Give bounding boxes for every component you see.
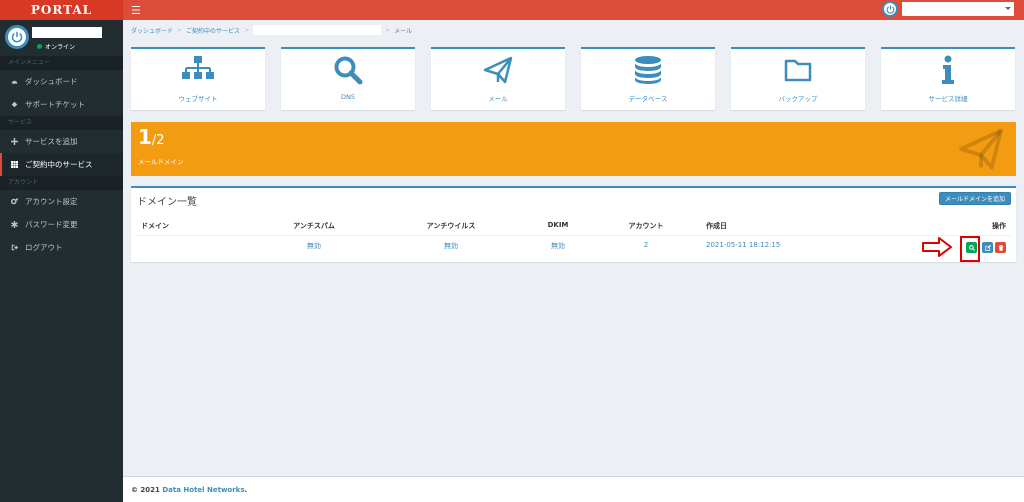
sidebar-item-add-service[interactable]: サービスを追加 [0, 130, 123, 153]
col-header-created: 作成日 [706, 222, 727, 230]
search-icon [968, 244, 975, 251]
user-name [32, 27, 102, 38]
panel-title: ドメイン一覧 [137, 197, 197, 208]
cell-antispam[interactable]: 無効 [307, 241, 321, 251]
sidebar-header-account: アカウント [0, 176, 123, 190]
edit-domain-button[interactable] [982, 242, 993, 253]
breadcrumb: ダッシュボード > ご契約中のサービス > > メール [131, 25, 413, 35]
paper-plane-icon [959, 128, 1003, 170]
domain-count: 1/2 [138, 125, 165, 149]
online-dot-icon [37, 44, 42, 49]
service-label: メール [488, 95, 508, 103]
service-label: ウェブサイト [178, 95, 218, 103]
view-domain-button[interactable] [966, 242, 977, 253]
search-icon [281, 55, 415, 85]
user-name-dropdown[interactable] [902, 2, 1014, 16]
service-box-website[interactable]: ウェブサイト [131, 47, 265, 110]
sidebar: オンライン メインメニュー ダッシュボード サポートチケット サービス サービス… [0, 20, 123, 502]
cell-antivirus[interactable]: 無効 [444, 241, 458, 251]
trash-icon [998, 244, 1003, 251]
sidebar-item-contracted-services[interactable]: ご契約中のサービス [0, 153, 123, 176]
breadcrumb-current: メール [394, 27, 413, 35]
stat-label: メールドメイン [138, 158, 184, 166]
edit-icon [984, 244, 991, 251]
cell-dkim[interactable]: 無効 [551, 241, 565, 251]
domain-list-panel: ドメイン一覧 メールドメインを追加 ドメイン アンチスパム アンチウイルス DK… [131, 186, 1016, 262]
sidebar-item-dashboard[interactable]: ダッシュボード [0, 70, 123, 93]
service-box-dns[interactable]: DNS [281, 47, 415, 110]
online-status: オンライン [37, 42, 75, 51]
sidebar-item-account-settings[interactable]: アカウント設定 [0, 190, 123, 213]
breadcrumb-dashboard[interactable]: ダッシュボード [131, 26, 173, 35]
col-header-antispam: アンチスパム [293, 222, 335, 230]
breadcrumb-service-name[interactable] [253, 25, 382, 35]
sidebar-item-logout[interactable]: ログアウト [0, 236, 123, 259]
ticket-icon [10, 101, 19, 108]
col-header-domain: ドメイン [141, 222, 169, 230]
delete-domain-button[interactable] [995, 242, 1006, 253]
dashboard-icon [10, 78, 19, 85]
cogs-icon [10, 198, 19, 205]
sidebar-item-support-ticket[interactable]: サポートチケット [0, 93, 123, 116]
user-menu[interactable] [882, 1, 1014, 17]
service-box-database[interactable]: データベース [581, 47, 715, 110]
arrow-right-icon [922, 237, 952, 257]
info-icon [881, 55, 1015, 85]
cell-created: 2021-05-11 18:12:15 [706, 241, 781, 249]
footer-brand-link[interactable]: Data Hotel Networks [162, 486, 244, 494]
asterisk-icon [10, 221, 19, 228]
col-header-accounts: アカウント [628, 222, 664, 230]
top-navbar: ☰ [123, 0, 1024, 20]
service-label: バックアップ [778, 95, 818, 103]
paper-plane-icon [431, 55, 565, 85]
service-box-backup[interactable]: バックアップ [731, 47, 865, 110]
service-label: サービス詳細 [928, 95, 968, 103]
cell-accounts[interactable]: 2 [644, 241, 648, 249]
sitemap-icon [131, 55, 265, 85]
col-header-antivirus: アンチウイルス [426, 222, 476, 230]
mail-domain-stat-box: 1/2 メールドメイン [131, 122, 1016, 176]
sign-out-icon [10, 244, 19, 251]
sidebar-header-main: メインメニュー [0, 56, 123, 70]
folder-icon [731, 55, 865, 85]
sidebar-item-change-password[interactable]: パスワード変更 [0, 213, 123, 236]
service-label: データベース [628, 95, 668, 103]
col-header-actions: 操作 [992, 222, 1006, 230]
plus-icon [10, 138, 19, 145]
power-icon [882, 1, 898, 17]
logo-text: PORTAL [30, 3, 93, 17]
add-mail-domain-button[interactable]: メールドメインを追加 [938, 192, 1011, 205]
service-box-service-details[interactable]: サービス詳細 [881, 47, 1015, 110]
grid-icon [10, 161, 19, 168]
power-icon [5, 25, 29, 49]
footer: © 2021 Data Hotel Networks. [123, 476, 1024, 502]
service-box-mail[interactable]: メール [431, 47, 565, 110]
user-panel: オンライン [0, 20, 123, 56]
app-logo[interactable]: PORTAL [0, 0, 123, 20]
col-header-dkim: DKIM [547, 221, 569, 229]
hamburger-icon[interactable]: ☰ [131, 5, 141, 16]
sidebar-header-services: サービス [0, 116, 123, 130]
service-label: DNS [341, 93, 355, 101]
breadcrumb-contracted-services[interactable]: ご契約中のサービス [186, 26, 240, 35]
database-icon [581, 55, 715, 85]
